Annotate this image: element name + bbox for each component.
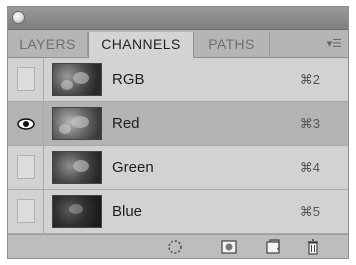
channel-list: RGB ⌘2 Red ⌘3 Green ⌘4 Blue ⌘5 xyxy=(8,58,348,234)
visibility-toggle[interactable] xyxy=(8,58,44,101)
visibility-box xyxy=(17,199,35,223)
visibility-toggle[interactable] xyxy=(8,146,44,189)
channel-name: Blue xyxy=(112,203,143,220)
new-channel-icon[interactable] xyxy=(264,238,282,256)
visibility-box xyxy=(17,155,35,179)
load-selection-icon[interactable] xyxy=(166,238,184,256)
visibility-toggle[interactable] xyxy=(8,102,44,145)
channel-shortcut: ⌘3 xyxy=(299,116,320,131)
close-icon[interactable] xyxy=(12,11,25,24)
tab-paths[interactable]: PATHS xyxy=(194,32,270,56)
tab-layers[interactable]: LAYERS xyxy=(8,32,88,56)
channel-thumbnail xyxy=(52,107,102,140)
channel-shortcut: ⌘5 xyxy=(299,204,320,219)
channel-row-blue[interactable]: Blue ⌘5 xyxy=(8,190,348,234)
channels-panel: LAYERS CHANNELS PATHS ▾☰ RGB ⌘2 Red ⌘3 G… xyxy=(7,6,349,259)
trash-icon[interactable] xyxy=(304,238,322,256)
panel-tabs: LAYERS CHANNELS PATHS ▾☰ xyxy=(8,30,348,58)
channel-name: Green xyxy=(112,159,154,176)
eye-icon xyxy=(17,118,35,130)
channel-row-green[interactable]: Green ⌘4 xyxy=(8,146,348,190)
panel-titlebar xyxy=(8,7,348,30)
channel-row-red[interactable]: Red ⌘3 xyxy=(8,102,348,146)
visibility-box xyxy=(17,67,35,91)
visibility-toggle[interactable] xyxy=(8,190,44,233)
channel-thumbnail xyxy=(52,195,102,228)
channel-thumbnail xyxy=(52,63,102,96)
channel-shortcut: ⌘4 xyxy=(299,160,320,175)
panel-menu-icon[interactable]: ▾☰ xyxy=(327,32,342,56)
channel-shortcut: ⌘2 xyxy=(299,72,320,87)
tab-channels[interactable]: CHANNELS xyxy=(88,32,194,58)
channel-row-rgb[interactable]: RGB ⌘2 xyxy=(8,58,348,102)
panel-bottom-toolbar xyxy=(8,234,348,258)
channel-name: Red xyxy=(112,115,140,132)
channel-thumbnail xyxy=(52,151,102,184)
channel-name: RGB xyxy=(112,71,145,88)
save-selection-icon[interactable] xyxy=(220,238,238,256)
